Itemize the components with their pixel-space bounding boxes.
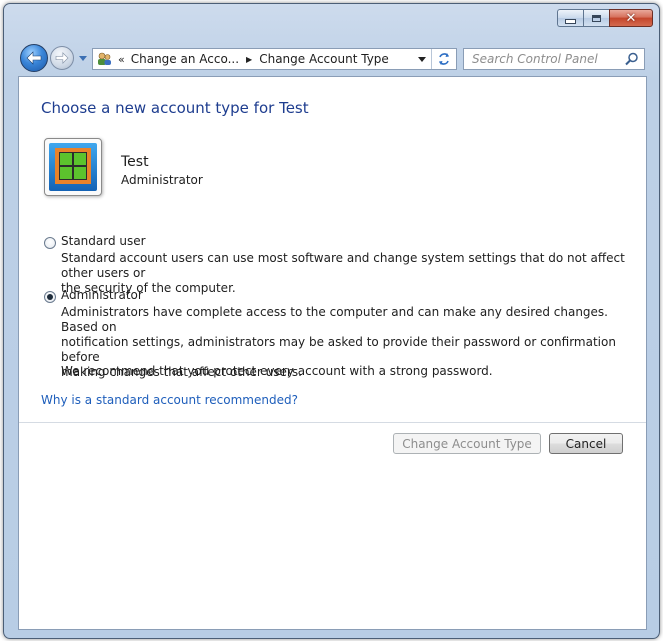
- chess-board-picture-icon: [49, 143, 97, 191]
- address-dropdown-icon[interactable]: [418, 57, 426, 62]
- radio-standard-user[interactable]: [44, 237, 56, 249]
- address-bar[interactable]: « Change an Acco... ▶ Change Account Typ…: [92, 48, 457, 70]
- user-accounts-icon: [98, 52, 111, 65]
- window-frame: ✕ « Change an Acco... ▶ Change Account T…: [3, 3, 660, 639]
- user-account-type: Administrator: [121, 173, 203, 187]
- minimize-button[interactable]: [557, 9, 583, 27]
- administrator-description-line: Administrators have complete access to t…: [61, 305, 608, 334]
- content-pane: Choose a new account type for Test Test: [18, 76, 647, 630]
- standard-user-label[interactable]: Standard user: [61, 234, 146, 248]
- page-title: Choose a new account type for Test: [41, 99, 309, 117]
- user-name: Test: [121, 154, 149, 170]
- standard-user-description: Standard account users can use most soft…: [61, 251, 631, 296]
- magnifier-icon[interactable]: [625, 52, 639, 66]
- minimize-icon: [565, 18, 576, 24]
- breadcrumb-overflow[interactable]: «: [118, 53, 125, 66]
- administrator-label[interactable]: Administrator: [61, 288, 143, 302]
- forward-button[interactable]: [50, 46, 74, 70]
- administrator-description-line: notification settings, administrators ma…: [61, 335, 616, 364]
- back-arrow-icon: [26, 51, 42, 65]
- forward-arrow-icon: [55, 52, 69, 64]
- back-button[interactable]: [20, 44, 48, 72]
- recent-pages-dropdown[interactable]: [79, 56, 87, 62]
- radio-administrator[interactable]: [44, 291, 56, 303]
- refresh-icon: [439, 53, 449, 65]
- maximize-button[interactable]: [583, 9, 609, 27]
- why-standard-account-link[interactable]: Why is a standard account recommended?: [41, 393, 298, 407]
- cancel-button[interactable]: Cancel: [549, 433, 623, 454]
- breadcrumb-change-account-type[interactable]: Change Account Type: [259, 52, 389, 66]
- standard-user-description-line: the security of the computer.: [61, 281, 236, 295]
- breadcrumb-separator-icon[interactable]: ▶: [246, 55, 252, 64]
- close-button[interactable]: ✕: [609, 9, 653, 27]
- search-input[interactable]: Search Control Panel: [463, 48, 645, 70]
- change-account-type-button[interactable]: Change Account Type: [393, 433, 541, 454]
- search-placeholder: Search Control Panel: [472, 52, 598, 66]
- maximize-icon: [592, 14, 601, 22]
- standard-user-description-line: Standard account users can use most soft…: [61, 251, 625, 280]
- avatar: [44, 138, 102, 196]
- caption-buttons: ✕: [557, 9, 653, 29]
- password-recommendation: We recommend that you protect every acco…: [61, 364, 493, 378]
- close-icon: ✕: [625, 10, 637, 26]
- divider: [19, 422, 646, 423]
- refresh-button[interactable]: [431, 49, 456, 69]
- breadcrumb-change-account[interactable]: Change an Acco...: [131, 52, 239, 66]
